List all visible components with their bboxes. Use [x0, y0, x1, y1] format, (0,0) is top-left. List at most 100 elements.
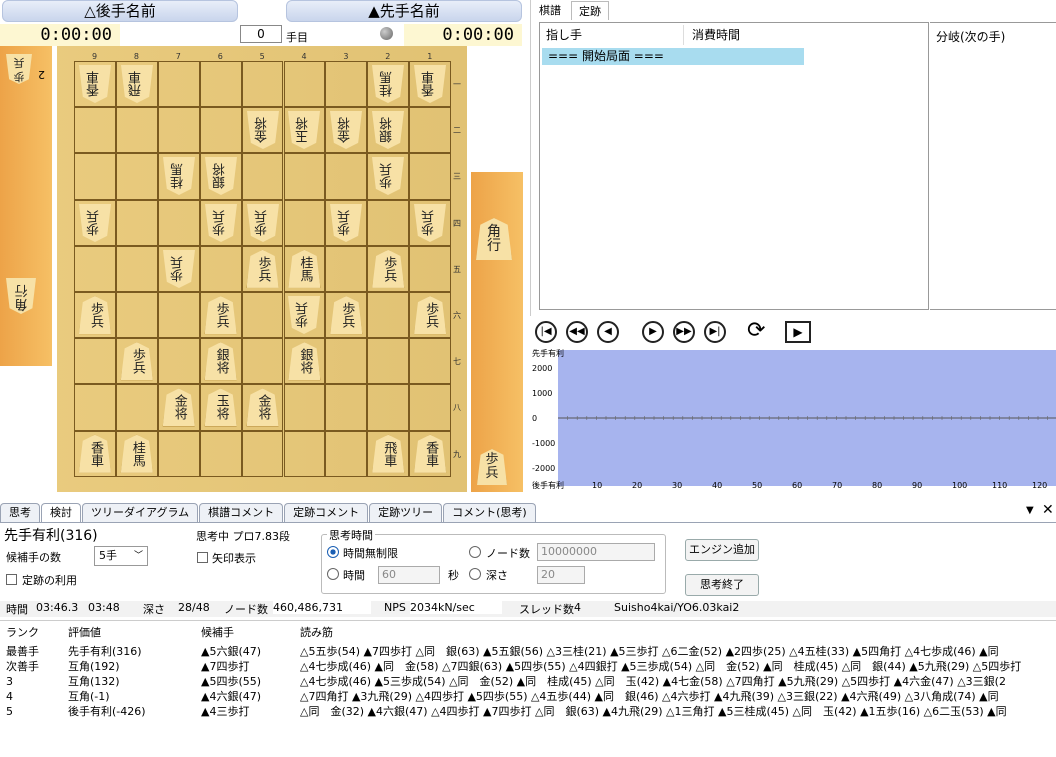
board-square[interactable]	[325, 61, 368, 108]
flip-board-icon[interactable]: ⟳	[747, 319, 765, 343]
board-piece[interactable]: 歩兵	[372, 157, 404, 195]
board-square[interactable]: 桂馬	[367, 61, 410, 108]
board-piece[interactable]: 桂馬	[372, 65, 404, 103]
board-square[interactable]: 金将	[241, 384, 284, 431]
go-first-button[interactable]: |◀	[535, 321, 557, 343]
gote-hand-pawn[interactable]: 歩兵	[6, 54, 32, 84]
board-square[interactable]	[409, 384, 452, 431]
board-square[interactable]: 金将	[157, 384, 200, 431]
board-square[interactable]	[241, 338, 284, 385]
board-square[interactable]	[367, 199, 410, 246]
dropdown-arrow-icon[interactable]: ▼	[1026, 505, 1034, 516]
board-square[interactable]	[74, 153, 116, 200]
board-square[interactable]: 銀将	[367, 107, 410, 154]
sente-hand-pawn[interactable]: 歩兵	[477, 449, 507, 485]
board-square[interactable]: 玉将	[199, 384, 242, 431]
board-piece[interactable]: 歩兵	[414, 204, 446, 242]
board-piece[interactable]: 歩兵	[247, 204, 279, 242]
board-piece[interactable]: 桂馬	[163, 157, 195, 195]
board-square[interactable]	[409, 153, 452, 200]
board-square[interactable]: 歩兵	[74, 199, 116, 246]
board-square[interactable]	[283, 384, 326, 431]
board-square[interactable]	[74, 107, 116, 154]
board-square[interactable]: 銀将	[283, 338, 326, 385]
board-square[interactable]: 歩兵	[157, 245, 200, 292]
board-square[interactable]	[157, 61, 200, 108]
board-square[interactable]: 飛車	[115, 61, 158, 108]
board-square[interactable]	[325, 430, 368, 477]
board-square[interactable]	[409, 338, 452, 385]
board-piece[interactable]: 歩兵	[372, 249, 405, 288]
board-square[interactable]: 歩兵	[409, 199, 452, 246]
board-square[interactable]	[115, 107, 158, 154]
board-piece[interactable]: 歩兵	[204, 296, 237, 335]
board-square[interactable]	[74, 338, 116, 385]
forward-10-button[interactable]: ▶▶	[673, 321, 695, 343]
board-square[interactable]	[367, 338, 410, 385]
board-piece[interactable]: 歩兵	[246, 249, 279, 288]
board-piece[interactable]: 香車	[78, 434, 111, 473]
board-square[interactable]: 銀将	[199, 338, 242, 385]
board-square[interactable]	[325, 153, 368, 200]
board-square[interactable]	[157, 199, 200, 246]
board-square[interactable]: 桂馬	[283, 245, 326, 292]
board-square[interactable]	[74, 245, 116, 292]
board-square[interactable]	[157, 338, 200, 385]
board-square[interactable]	[325, 245, 368, 292]
board-square[interactable]: 香車	[409, 61, 452, 108]
board-square[interactable]	[409, 245, 452, 292]
board-piece[interactable]: 飛車	[121, 65, 153, 103]
board-piece[interactable]: 香車	[414, 65, 446, 103]
kifu-col-move[interactable]: 指し手	[542, 25, 684, 45]
candidates-select[interactable]: 5手 ﹀	[94, 546, 148, 566]
pv-row[interactable]: 次善手 互角(192) ▲7四歩打 △4七歩成(46) ▲同 金(58) △7四銀(6…	[0, 659, 1056, 674]
board-square[interactable]: 歩兵	[241, 245, 284, 292]
board-square[interactable]: 玉将	[283, 107, 326, 154]
board-square[interactable]: 飛車	[367, 430, 410, 477]
play-button[interactable]: ▶	[785, 321, 811, 343]
board-square[interactable]	[74, 384, 116, 431]
board-square[interactable]	[199, 61, 242, 108]
board-square[interactable]	[115, 245, 158, 292]
board-square[interactable]	[157, 292, 200, 339]
board-square[interactable]: 桂馬	[115, 430, 158, 477]
unlimited-radio[interactable]	[327, 546, 339, 558]
board-piece[interactable]: 歩兵	[414, 296, 447, 335]
board-piece[interactable]: 桂馬	[120, 434, 153, 473]
pv-row[interactable]: 4 互角(-1) ▲4六銀(47) △7四角打 ▲3九飛(29) △4四歩打 ▲5四歩…	[0, 689, 1056, 704]
board-square[interactable]	[115, 384, 158, 431]
add-engine-button[interactable]: エンジン追加	[685, 539, 759, 561]
depth-radio[interactable]	[469, 568, 481, 580]
time-radio[interactable]	[327, 568, 339, 580]
pv-row[interactable]: 3 互角(132) ▲5四歩(55) △4七歩成(46) ▲5三歩成(54) △同 金…	[0, 674, 1056, 689]
board-square[interactable]	[367, 384, 410, 431]
board-square[interactable]: 香車	[74, 430, 116, 477]
board-piece[interactable]: 歩兵	[330, 204, 362, 242]
board-square[interactable]	[199, 245, 242, 292]
board-piece[interactable]: 香車	[79, 65, 111, 103]
board-square[interactable]	[115, 153, 158, 200]
board-square[interactable]	[115, 292, 158, 339]
gote-hand-bishop[interactable]: 角行	[6, 278, 36, 314]
board-piece[interactable]: 歩兵	[78, 296, 111, 335]
back-10-button[interactable]: ◀◀	[566, 321, 588, 343]
board-piece[interactable]: 金将	[330, 111, 362, 149]
board-piece[interactable]: 銀将	[205, 157, 237, 195]
tab-3[interactable]: 棋譜コメント	[199, 503, 284, 523]
board-square[interactable]	[157, 430, 200, 477]
board-piece[interactable]: 歩兵	[330, 296, 363, 335]
tab-6[interactable]: コメント(思考)	[443, 503, 536, 523]
board-square[interactable]: 歩兵	[241, 199, 284, 246]
board-square[interactable]	[157, 107, 200, 154]
board-piece[interactable]: 歩兵	[205, 204, 237, 242]
board-piece[interactable]: 歩兵	[163, 250, 195, 288]
move-number-box[interactable]: 0	[240, 25, 282, 43]
sente-hand-bishop[interactable]: 角行	[476, 218, 512, 260]
board-square[interactable]	[241, 430, 284, 477]
board-square[interactable]: 歩兵	[367, 245, 410, 292]
board-square[interactable]: 歩兵	[325, 292, 368, 339]
board-piece[interactable]: 銀将	[204, 342, 237, 381]
kifu-col-time[interactable]: 消費時間	[688, 25, 808, 45]
board-piece[interactable]: 金将	[162, 388, 195, 427]
board-square[interactable]	[241, 153, 284, 200]
